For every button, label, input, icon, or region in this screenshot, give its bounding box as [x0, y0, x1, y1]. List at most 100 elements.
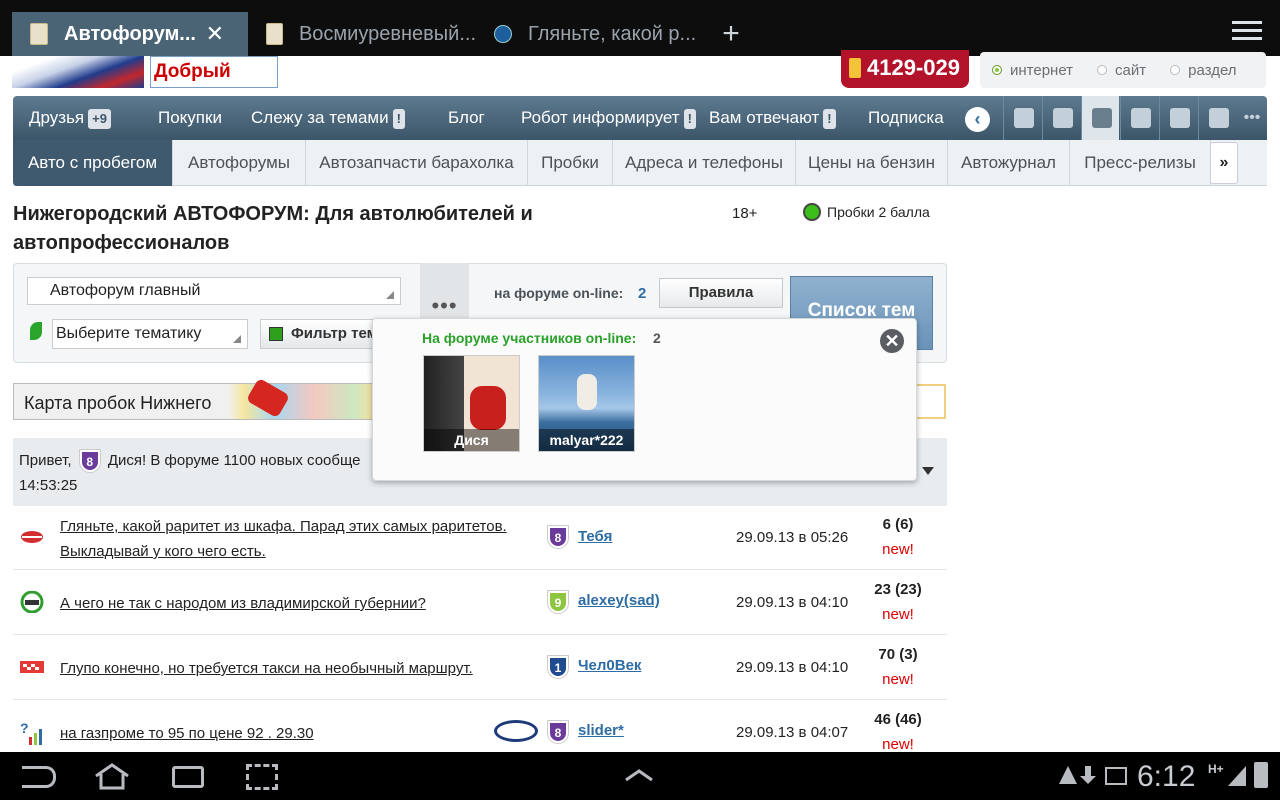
scope-section[interactable]: раздел [1170, 62, 1237, 79]
nav-friends[interactable]: Друзья +9 [29, 96, 111, 140]
reply-count: 70 (3) [878, 646, 918, 663]
author-link[interactable]: Чел0Век [578, 657, 641, 674]
tab-label: Автофорум... [64, 22, 196, 45]
nav-back-icon[interactable]: ‹ [965, 107, 990, 132]
reply-count: 46 (46) [874, 711, 922, 728]
topic-select[interactable]: Выберите тематику [52, 319, 248, 349]
tag-icon[interactable] [1159, 96, 1197, 140]
network-type: H+ [1208, 762, 1224, 776]
traffic-indicator[interactable]: Пробки 2 балла [803, 203, 930, 221]
nav-following[interactable]: Слежу за темами! [251, 96, 405, 140]
home-icon[interactable] [92, 762, 132, 790]
dropdown-icon [386, 291, 394, 299]
car-circle-icon [19, 590, 45, 614]
browser-menu-icon[interactable] [1232, 16, 1262, 44]
greeting-text: Привет, 8 Дися! В форуме 1100 новых сооб… [19, 450, 360, 472]
document-icon[interactable] [1042, 96, 1080, 140]
back-icon[interactable] [22, 766, 56, 788]
cars-icon[interactable] [1081, 96, 1119, 140]
tab-autoforum[interactable]: Автофорум... ✕ [12, 12, 248, 56]
author-link[interactable]: Тебя [578, 528, 612, 545]
rank-badge-icon: 8 [548, 526, 568, 548]
notification-icons[interactable] [1058, 764, 1132, 788]
table-row: Глупо конечно, но требуется такси на нео… [13, 636, 947, 700]
reply-count: 23 (23) [874, 581, 922, 598]
nav-blog[interactable]: Блог [448, 96, 485, 140]
subnav-addresses[interactable]: Адреса и телефоны [613, 140, 796, 186]
user-avatar[interactable]: malyar*222 [538, 355, 635, 452]
chat-icon[interactable] [1003, 96, 1041, 140]
subnav-parts[interactable]: Автозапчасти барахолка [306, 140, 528, 186]
close-tab-icon[interactable]: ✕ [206, 21, 224, 47]
subnav-next-icon[interactable]: » [1210, 142, 1238, 184]
topic-link[interactable]: на газпроме то 95 по цене 92 . 29.30 [60, 721, 540, 746]
site-logo-flag[interactable] [12, 56, 144, 88]
chevron-down-icon[interactable] [922, 467, 934, 475]
scope-internet[interactable]: интернет [992, 62, 1073, 79]
subnav-fuel[interactable]: Цены на бензин [796, 140, 948, 186]
map-banner-label: Карта пробок Нижнего [24, 393, 212, 413]
radio-selected-icon [992, 65, 1002, 75]
battery-icon [1254, 762, 1268, 788]
tab-third[interactable]: Гляньте, какой р... [476, 12, 704, 56]
scope-site[interactable]: сайт [1097, 62, 1146, 79]
phone-banner[interactable]: 4129-029 [841, 50, 969, 88]
svg-text:?: ? [20, 721, 29, 736]
traffic-light-icon [803, 203, 821, 221]
topic-date: 29.09.13 в 05:26 [736, 529, 849, 546]
nav-robot[interactable]: Робот информирует! [521, 96, 696, 140]
more-icon[interactable]: ••• [1237, 96, 1267, 140]
close-icon[interactable]: ✕ [880, 329, 904, 353]
nav-purchases[interactable]: Покупки [158, 96, 222, 140]
user-avatar[interactable]: Дися [423, 355, 520, 452]
avatar-username: malyar*222 [539, 429, 634, 451]
map-pin-icon[interactable] [1198, 96, 1236, 140]
filter-icon [269, 327, 283, 341]
nav-subscription[interactable]: Подписка [868, 96, 944, 140]
rank-badge-icon: 8 [79, 450, 100, 472]
signal-icon [1226, 764, 1248, 788]
subnav-magazine[interactable]: Автожурнал [948, 140, 1070, 186]
topic-link[interactable]: А чего не так с народом из владимирской … [60, 591, 540, 616]
rules-button[interactable]: Правила [659, 278, 783, 308]
new-badge: new! [882, 736, 914, 753]
chevron-up-icon[interactable] [624, 768, 654, 782]
rank-badge-icon: 8 [548, 721, 568, 743]
phone-number: 4129-029 [867, 55, 960, 80]
subnav-traffic[interactable]: Пробки [528, 140, 613, 186]
nav-replies[interactable]: Вам отвечают! [709, 96, 836, 140]
topic-link[interactable]: Глупо конечно, но требуется такси на нео… [60, 656, 540, 681]
subnav-press[interactable]: Пресс-релизы [1070, 140, 1211, 186]
sub-nav: Авто с пробегом Автофорумы Автозапчасти … [13, 140, 1267, 186]
screenshot-icon[interactable] [246, 764, 278, 790]
topic-link[interactable]: Гляньте, какой раритет из шкафа. Парад э… [60, 514, 540, 564]
author-link[interactable]: alexey(sad) [578, 592, 660, 609]
building-icon[interactable] [1120, 96, 1158, 140]
online-count[interactable]: 2 [638, 285, 646, 302]
author-link[interactable]: slider* [578, 722, 624, 739]
filter-button[interactable]: Фильтр тем [260, 319, 380, 349]
subnav-used-cars[interactable]: Авто с пробегом [13, 140, 173, 186]
popup-title: На форуме участников on-line: [422, 330, 637, 346]
doctor-banner[interactable]: Добрый доктор [150, 56, 278, 112]
side-widget[interactable] [914, 384, 946, 419]
topic-date: 29.09.13 в 04:10 [736, 594, 849, 611]
page-title: Нижегородский АВТОФОРУМ: Для автолюбител… [13, 203, 533, 254]
new-badge: new! [882, 671, 914, 688]
new-tab-button[interactable]: + [712, 16, 750, 52]
tab-second[interactable]: Восмиуревневый... [248, 12, 476, 56]
greeting-time: 14:53:25 [19, 477, 78, 494]
table-row: Гляньте, какой раритет из шкафа. Парад э… [13, 506, 947, 570]
site-favicon-icon [266, 23, 283, 45]
friends-badge: +9 [88, 108, 111, 129]
section-select[interactable]: Автофорум главный [27, 277, 401, 305]
phone-icon [849, 58, 861, 78]
topic-date: 29.09.13 в 04:10 [736, 659, 849, 676]
subnav-autoforums[interactable]: Автофорумы [173, 140, 306, 186]
car-brand-logo-icon [494, 720, 538, 742]
recent-apps-icon[interactable] [172, 766, 204, 788]
popup-count: 2 [653, 330, 661, 346]
avatar-username: Дися [424, 429, 519, 451]
rank-badge-icon: 9 [548, 591, 568, 613]
table-row: А чего не так с народом из владимирской … [13, 571, 947, 635]
